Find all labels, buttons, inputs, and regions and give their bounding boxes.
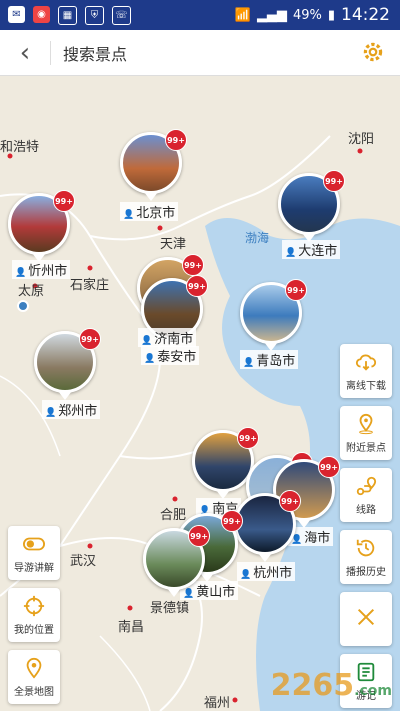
button-label: 线路 — [356, 504, 376, 516]
gallery-icon: ▦ — [58, 5, 77, 25]
map-pin-qingdao[interactable]: 99+ — [240, 279, 307, 344]
pin-label: 青岛市 — [240, 350, 299, 369]
sea-label: 渤海 — [245, 231, 270, 245]
count-badge: 99+ — [53, 190, 75, 212]
count-badge: 99+ — [188, 525, 210, 547]
top-bar: ‹ 搜索景点 — [0, 30, 400, 76]
city-label: 沈阳 — [348, 132, 375, 147]
history-icon — [356, 539, 375, 556]
clock: 14:22 — [341, 5, 390, 25]
close-button[interactable] — [340, 592, 392, 646]
cloud-download-icon — [355, 354, 377, 371]
button-label: 导游讲解 — [14, 562, 54, 574]
button-label: 离线下载 — [346, 380, 386, 392]
watermark-main: 2265 — [270, 668, 355, 703]
count-badge: 99+ — [285, 279, 307, 301]
pin-label: 景德镇 — [150, 601, 190, 616]
browser-icon: ◉ — [33, 5, 50, 23]
button-label: 全景地图 — [14, 686, 54, 698]
mail-icon: ✉ — [8, 5, 25, 23]
map-pin-beijing[interactable]: 99+ — [120, 129, 187, 194]
offline-download-button[interactable]: 离线下载 — [340, 344, 392, 398]
map-pin-nanjing[interactable]: 99+ — [192, 427, 259, 492]
city-label: 福州 — [204, 696, 231, 711]
route-icon — [356, 476, 377, 495]
count-badge: 99+ — [237, 427, 259, 449]
map-pin-hangzhou[interactable]: 99+ — [234, 490, 301, 555]
divider — [50, 40, 51, 65]
pin-label: 泰安市 — [141, 346, 200, 365]
count-badge: 99+ — [165, 129, 187, 151]
pin-label: 大连市 — [282, 240, 341, 259]
watermark-sub: .com — [354, 683, 392, 699]
count-badge: 99+ — [79, 328, 101, 350]
city-label: 合肥 — [160, 508, 187, 523]
map-view[interactable]: 和浩特 沈阳 天津 石家庄 太原 武汉 合肥 南昌 福州 渤海 99+ 北京市 … — [0, 76, 400, 711]
count-badge: 99+ — [318, 456, 340, 478]
map-pin-zhengzhou[interactable]: 99+ — [34, 328, 101, 393]
city-label: 和浩特 — [0, 140, 40, 155]
crosshair-icon — [23, 595, 45, 616]
close-icon — [357, 608, 375, 626]
nearby-spots-button[interactable]: 附近景点 — [340, 406, 392, 460]
back-button[interactable]: ‹ — [0, 30, 50, 75]
pin-label: 杭州市 — [237, 562, 296, 581]
city-label: 天津 — [160, 237, 187, 252]
count-badge: 99+ — [279, 490, 301, 512]
city-label: 石家庄 — [70, 278, 110, 293]
button-label: 我的位置 — [14, 624, 54, 636]
city-label: 南昌 — [118, 620, 145, 635]
panorama-map-button[interactable]: 全景地图 — [8, 650, 60, 704]
pin-label: 济南市 — [138, 328, 197, 347]
map-pin-xinzhou[interactable]: 99+ — [8, 190, 75, 255]
chevron-left-icon: ‹ — [19, 37, 31, 68]
nearby-pin-icon — [359, 413, 373, 434]
wifi-icon: 📶 — [234, 7, 251, 23]
status-bar: ✉ ◉ ▦ ⛨ ☏ 📶 ▂▄▆ 49% ▮ 14:22 — [0, 0, 400, 30]
phone-icon: ☏ — [112, 5, 131, 25]
guide-narration-button[interactable]: 导游讲解 — [8, 526, 60, 580]
site-watermark: 2265.com — [271, 668, 392, 703]
count-badge: 99+ — [323, 170, 345, 192]
pin-label: 忻州市 — [12, 260, 71, 279]
map-pin-icon — [26, 657, 42, 679]
map-pin-jingdezhen[interactable]: 99+ — [143, 525, 210, 590]
button-label: 附近景点 — [346, 442, 386, 454]
search-input[interactable]: 搜索景点 — [63, 41, 127, 65]
gear-icon[interactable] — [360, 39, 386, 65]
signal-icon: ▂▄▆ — [256, 7, 287, 23]
map-pin-dalian[interactable]: 99+ — [278, 170, 345, 235]
shield-icon: ⛨ — [85, 5, 104, 25]
route-button[interactable]: 线路 — [340, 468, 392, 522]
pin-label: 北京市 — [120, 202, 179, 221]
count-badge: 99+ — [182, 254, 204, 276]
city-label: 武汉 — [70, 554, 97, 569]
button-label: 播报历史 — [346, 566, 386, 578]
count-badge: 99+ — [186, 275, 208, 297]
city-label: 太原 — [18, 284, 45, 299]
battery-text: 49% — [292, 7, 322, 23]
broadcast-history-button[interactable]: 播报历史 — [340, 530, 392, 584]
toggle-off-icon — [23, 537, 45, 550]
count-badge: 99+ — [221, 510, 243, 532]
pin-label: 郑州市 — [42, 400, 101, 419]
battery-icon: ▮ — [327, 7, 335, 23]
my-location-button[interactable]: 我的位置 — [8, 588, 60, 642]
